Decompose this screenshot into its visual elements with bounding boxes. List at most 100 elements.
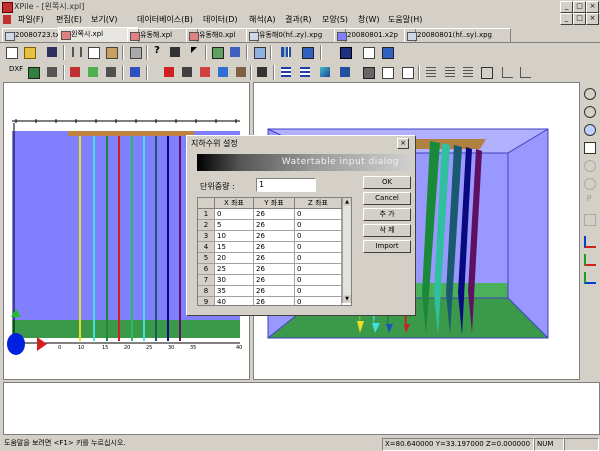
y-cell[interactable]: 26: [253, 219, 295, 231]
list-view-icon[interactable]: [279, 65, 293, 79]
table-row[interactable]: 8 35 26 0: [198, 285, 342, 297]
x-cell[interactable]: 15: [214, 241, 254, 253]
mdi-close-button[interactable]: ×: [586, 13, 599, 25]
chart-bars-icon[interactable]: [279, 45, 293, 59]
z-cell[interactable]: 0: [294, 296, 342, 305]
context-help-icon[interactable]: [168, 45, 182, 59]
x-cell[interactable]: 25: [214, 263, 254, 275]
table-row[interactable]: 1 0 26 0: [198, 208, 342, 220]
help-icon[interactable]: ?: [150, 45, 164, 59]
table-row[interactable]: 7 30 26 0: [198, 274, 342, 286]
pointer-icon[interactable]: [186, 45, 200, 59]
water-icon[interactable]: [216, 65, 230, 79]
soil-icon[interactable]: [234, 65, 248, 79]
menu-data[interactable]: 데이터(D): [203, 14, 237, 25]
scroll-up-icon[interactable]: ▲: [343, 198, 351, 206]
unit-weight-input[interactable]: 1: [256, 178, 316, 192]
paste-icon[interactable]: [104, 45, 118, 59]
axis-y-icon[interactable]: [582, 252, 596, 266]
calc-icon[interactable]: [255, 65, 269, 79]
rotate-icon[interactable]: [582, 212, 596, 226]
z-cell[interactable]: 0: [294, 230, 342, 242]
cut-icon[interactable]: [68, 45, 82, 59]
table-row[interactable]: 3 10 26 0: [198, 230, 342, 242]
table-scrollbar[interactable]: ▲ ▼: [342, 198, 351, 303]
y-cell[interactable]: 26: [253, 208, 295, 220]
frame-icon[interactable]: [479, 65, 493, 79]
grid-view-icon[interactable]: [298, 65, 312, 79]
menu-edit[interactable]: 편집(E): [56, 14, 82, 25]
ok-button[interactable]: OK: [363, 176, 411, 189]
menu-result[interactable]: 결과(R): [285, 14, 312, 25]
element-icon[interactable]: [86, 65, 100, 79]
layer-icon[interactable]: [424, 65, 438, 79]
table-row[interactable]: 6 25 26 0: [198, 263, 342, 275]
z-cell[interactable]: 0: [294, 285, 342, 297]
zoom-window-icon[interactable]: [582, 122, 596, 136]
table-row[interactable]: 2 5 26 0: [198, 219, 342, 231]
table-row[interactable]: 4 15 26 0: [198, 241, 342, 253]
minimize-button[interactable]: _: [560, 1, 573, 13]
mdi-restore-button[interactable]: □: [573, 13, 586, 25]
z-cell[interactable]: 0: [294, 263, 342, 275]
axis-z-icon[interactable]: [582, 270, 596, 284]
zoom-in-icon[interactable]: [582, 86, 596, 100]
column-header[interactable]: X 좌표: [214, 198, 254, 209]
x-cell[interactable]: 40: [214, 296, 254, 305]
dialog-close-button[interactable]: ×: [397, 138, 409, 149]
print-icon[interactable]: [128, 45, 142, 59]
zoom-out-icon[interactable]: [582, 104, 596, 118]
x-cell[interactable]: 10: [214, 230, 254, 242]
image-icon[interactable]: [26, 65, 40, 79]
z-cell[interactable]: 0: [294, 219, 342, 231]
y-cell[interactable]: 26: [253, 274, 295, 286]
load-arrow-icon[interactable]: [198, 65, 212, 79]
layer3-icon[interactable]: [461, 65, 475, 79]
x-cell[interactable]: 5: [214, 219, 254, 231]
table-icon[interactable]: [361, 45, 375, 59]
add-button[interactable]: 추 가: [363, 208, 411, 221]
copy-view-icon[interactable]: [380, 65, 394, 79]
menu-database[interactable]: 데이터베이스(B): [137, 14, 193, 25]
close-button[interactable]: ×: [586, 1, 599, 13]
zoom-fit-icon[interactable]: [582, 176, 596, 190]
coordinate-table[interactable]: X 좌표 Y 좌표 Z 좌표 1 0 26 0 2 5 26 0 3 10 26 0 4 15 26 0…: [197, 197, 352, 306]
x-cell[interactable]: 0: [214, 208, 254, 220]
z-cell[interactable]: 0: [294, 252, 342, 264]
model-view-icon[interactable]: [338, 45, 352, 59]
y-cell[interactable]: 26: [253, 241, 295, 253]
surface-icon[interactable]: [338, 65, 352, 79]
axis2-icon[interactable]: [518, 65, 532, 79]
boundary-icon[interactable]: [128, 65, 142, 79]
window-icon[interactable]: [400, 65, 414, 79]
new-file-icon[interactable]: [4, 45, 18, 59]
tab-doc-5[interactable]: 유동해0(hf..zy).xpg: [246, 28, 346, 42]
section-icon[interactable]: [380, 45, 394, 59]
node-icon[interactable]: [68, 65, 82, 79]
menu-analysis[interactable]: 해석(A): [249, 14, 275, 25]
y-cell[interactable]: 26: [253, 263, 295, 275]
menu-file[interactable]: 파일(F): [18, 14, 44, 25]
table-row[interactable]: 5 20 26 0: [198, 252, 342, 264]
z-cell[interactable]: 0: [294, 274, 342, 286]
chart-3d-icon[interactable]: [300, 45, 314, 59]
export-icon[interactable]: [45, 65, 59, 79]
x-cell[interactable]: 20: [214, 252, 254, 264]
maximize-button[interactable]: □: [573, 1, 586, 13]
import-button[interactable]: Import: [363, 240, 411, 253]
scroll-down-icon[interactable]: ▼: [343, 295, 351, 303]
x-cell[interactable]: 35: [214, 285, 254, 297]
p-icon[interactable]: P: [582, 194, 596, 208]
pan-icon[interactable]: [582, 140, 596, 154]
menu-window[interactable]: 창(W): [358, 14, 380, 25]
grid-icon[interactable]: [252, 45, 266, 59]
contour-icon[interactable]: [318, 65, 332, 79]
load-icon[interactable]: [228, 45, 242, 59]
mdi-minimize-button[interactable]: _: [560, 13, 573, 25]
menu-shape[interactable]: 모양(S): [322, 14, 348, 25]
x-cell[interactable]: 30: [214, 274, 254, 286]
y-cell[interactable]: 26: [253, 230, 295, 242]
table-row[interactable]: 9 40 26 0: [198, 296, 342, 305]
delete-button[interactable]: 삭 제: [363, 224, 411, 237]
z-cell[interactable]: 0: [294, 241, 342, 253]
